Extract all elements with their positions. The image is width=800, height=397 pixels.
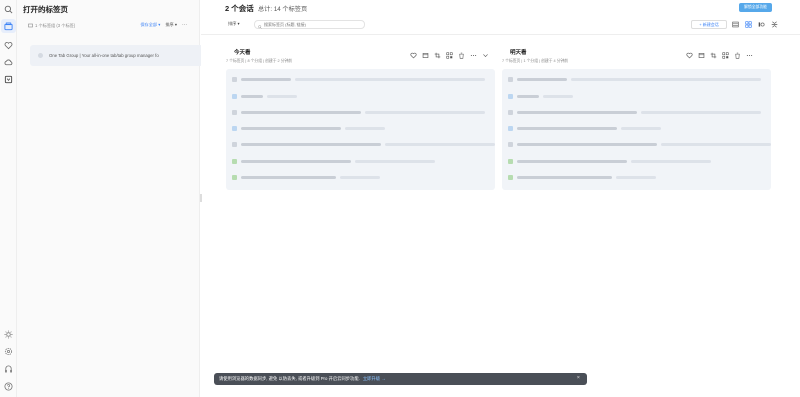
favicon-icon [508, 94, 513, 99]
favicon-icon [508, 175, 513, 180]
favicon-icon [508, 126, 513, 131]
search-input[interactable] [264, 22, 364, 27]
blurred-tab-row[interactable] [508, 94, 573, 99]
sort-label: 排序 [228, 21, 237, 26]
search-box [254, 20, 365, 29]
sessions-main: 2 个会话 总计: 14 个标签页 解锁全部功能 排序 ▾ + 新建会话 [200, 0, 800, 397]
crop-icon[interactable] [434, 52, 441, 59]
columns-view-icon[interactable] [758, 21, 765, 28]
delete-icon[interactable] [458, 52, 465, 59]
heart-icon[interactable] [686, 52, 693, 59]
qr-icon[interactable] [722, 52, 729, 59]
panel-sort-dropdown[interactable]: 排序 ▾ [165, 22, 177, 28]
blurred-tab-row[interactable] [232, 110, 485, 115]
chevron-down-icon[interactable] [482, 52, 489, 59]
open-tabs-panel: 打开的标签页 1 个标签组 (3 个标签) 保存全部 ▾ 排序 ▾ ··· On… [17, 0, 203, 397]
toast-message: 请使用浏览器的数据同步, 避免 以防丢失, 或者升级到 Pro 开启云同步功能. [219, 376, 360, 381]
new-session-button[interactable]: + 新建会话 [691, 20, 727, 29]
search-icon [258, 16, 262, 34]
favicon-icon [232, 142, 237, 147]
favicon-icon [232, 159, 237, 164]
blurred-tab-row[interactable] [508, 159, 711, 164]
panel-meta-text: 1 个标签组 (3 个标签) [35, 23, 76, 28]
heart-icon[interactable] [3, 40, 14, 51]
folder-icon [28, 23, 33, 29]
favicon-icon [232, 94, 237, 99]
tab-group-title: One Tab Group | Your all-in-one tab/tab … [49, 53, 159, 58]
blurred-tab-row[interactable] [508, 142, 771, 147]
settings-icon[interactable] [3, 346, 14, 357]
blurred-tab-row[interactable] [508, 175, 656, 180]
blurred-tab-row[interactable] [232, 159, 435, 164]
tabs-icon[interactable] [1, 19, 16, 33]
blurred-tab-row[interactable] [508, 77, 761, 82]
favicon-icon [508, 110, 513, 115]
qr-icon[interactable] [446, 52, 453, 59]
panel-sort-label: 排序 [165, 22, 174, 27]
session-meta: 7 个标签页 | 1 个分组 | 创建于 4 分钟前 [502, 59, 569, 63]
open-icon[interactable] [698, 52, 705, 59]
panel-actions: 保存全部 ▾ 排序 ▾ ··· [140, 22, 187, 28]
collapse-icon[interactable] [771, 21, 778, 28]
session-tab-list [502, 69, 771, 190]
upgrade-link[interactable]: 立即升级 → [363, 376, 386, 382]
blurred-tab-row[interactable] [508, 110, 761, 115]
icon-rail [0, 0, 17, 397]
favicon-icon [508, 159, 513, 164]
blurred-tab-row[interactable] [232, 142, 495, 147]
list-view-icon[interactable] [732, 21, 739, 28]
session-actions [686, 52, 753, 59]
session-name[interactable]: 明天看 [510, 48, 527, 56]
resize-handle[interactable] [200, 194, 202, 202]
open-icon[interactable] [422, 52, 429, 59]
page-title: 2 个会话 [225, 4, 254, 13]
total-count: 总计: 14 个标签页 [258, 6, 308, 13]
app-window: 打开的标签页 1 个标签组 (3 个标签) 保存全部 ▾ 排序 ▾ ··· On… [0, 0, 800, 397]
blurred-tab-row[interactable] [232, 94, 297, 99]
blurred-tab-row[interactable] [508, 126, 661, 131]
more-icon[interactable] [746, 52, 753, 59]
favicon-icon [232, 175, 237, 180]
favicon-icon [508, 77, 513, 82]
panel-meta: 1 个标签组 (3 个标签) [28, 23, 75, 29]
more-icon[interactable]: ··· [182, 22, 187, 28]
favicon-icon [232, 77, 237, 82]
cloud-icon[interactable] [3, 57, 14, 68]
save-all-label: 保存全部 [140, 22, 158, 27]
sync-toast: 请使用浏览器的数据同步, 避免 以防丢失, 或者升级到 Pro 开启云同步功能.… [214, 373, 587, 385]
more-icon[interactable] [470, 52, 477, 59]
sort-dropdown[interactable]: 排序 ▾ [228, 21, 240, 27]
favicon-icon [508, 142, 513, 147]
favicon-icon [38, 53, 43, 58]
sessions-toolbar: 排序 ▾ + 新建会话 [201, 17, 800, 35]
help-icon[interactable] [3, 381, 14, 392]
session-actions [410, 52, 489, 59]
favicon-icon [232, 110, 237, 115]
session-name[interactable]: 今天看 [234, 48, 251, 56]
heart-icon[interactable] [410, 52, 417, 59]
grid-view-icon[interactable] [745, 21, 752, 28]
close-icon[interactable]: × [577, 375, 580, 381]
blurred-tab-row[interactable] [232, 126, 385, 131]
blurred-tab-row[interactable] [232, 77, 485, 82]
delete-icon[interactable] [734, 52, 741, 59]
crop-icon[interactable] [710, 52, 717, 59]
session-tab-list [226, 69, 495, 190]
save-all-link[interactable]: 保存全部 ▾ [140, 22, 160, 28]
tab-group-item[interactable]: One Tab Group | Your all-in-one tab/tab … [30, 45, 203, 66]
blurred-tab-row[interactable] [232, 175, 380, 180]
feedback-icon[interactable] [3, 364, 14, 375]
panel-title: 打开的标签页 [23, 5, 68, 14]
theme-icon[interactable] [3, 329, 14, 340]
import-icon[interactable] [3, 74, 14, 85]
search-icon[interactable] [3, 4, 14, 15]
session-meta: 7 个标签页 | 8 个分组 | 创建于 2 分钟前 [226, 59, 293, 63]
unlock-button[interactable]: 解锁全部功能 [739, 3, 772, 12]
favicon-icon [232, 126, 237, 131]
